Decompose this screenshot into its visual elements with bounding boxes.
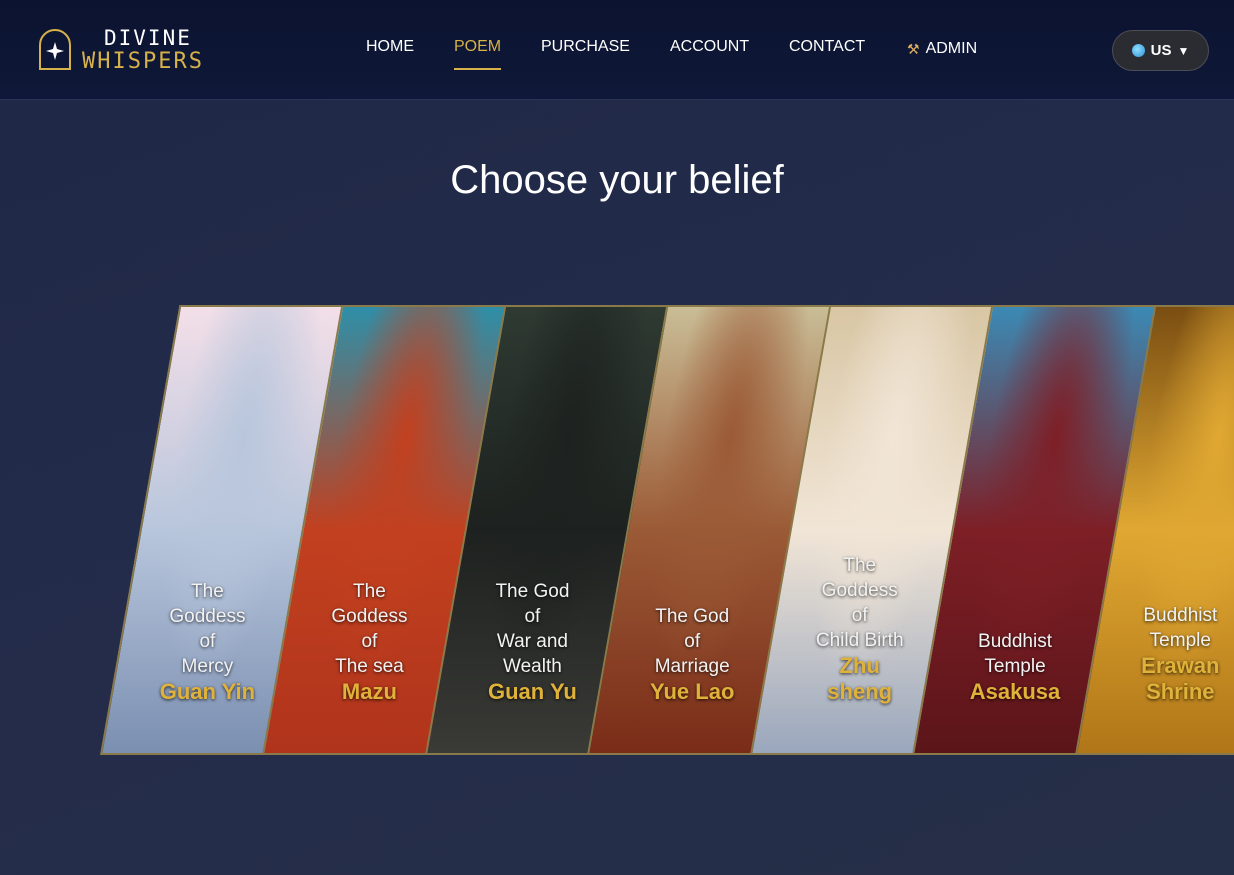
belief-subtitle: The God of Marriage [654, 606, 730, 677]
belief-name: Erawan Shrine [1141, 653, 1220, 704]
globe-icon [1131, 44, 1145, 57]
nav-purchase[interactable]: PURCHASE [541, 38, 630, 56]
belief-subtitle: Buddhist Temple [978, 631, 1052, 677]
belief-subtitle: The Goddess of Child Birth [815, 555, 904, 651]
belief-name: Mazu [341, 679, 397, 704]
site-logo[interactable]: DIVINE WHISPERS [38, 26, 218, 74]
caret-down-icon: ▼ [1177, 43, 1190, 58]
nav-account[interactable]: ACCOUNT [670, 38, 749, 56]
belief-name: Guan Yin [159, 679, 256, 704]
belief-subtitle: Buddhist Temple [1143, 605, 1218, 651]
belief-name: Asakusa [969, 679, 1061, 704]
nav-home[interactable]: HOME [366, 38, 414, 56]
language-label: US [1150, 42, 1172, 59]
nav-admin[interactable]: ⚒ ADMIN [907, 40, 977, 58]
belief-subtitle: The Goddess of Mercy [169, 581, 246, 677]
site-header: DIVINE WHISPERS HOME POEM PURCHASE ACCOU… [0, 0, 1234, 100]
hammer-wrench-icon: ⚒ [907, 40, 920, 57]
page-title: Choose your belief [450, 158, 784, 202]
nav-contact[interactable]: CONTACT [789, 38, 865, 56]
logo-line-2: WHISPERS [82, 49, 204, 74]
belief-name: Guan Yu [488, 679, 577, 704]
belief-subtitle: The God of War and Wealth [495, 581, 570, 677]
belief-name: Yue Lao [650, 679, 735, 704]
belief-name: Zhu sheng [827, 653, 893, 704]
belief-subtitle: The Goddess of The sea [331, 581, 408, 677]
language-selector[interactable]: US ▼ [1112, 30, 1209, 71]
logo-line-1: DIVINE [104, 26, 192, 50]
nav-poem[interactable]: POEM [454, 38, 502, 70]
nav-admin-label: ADMIN [925, 40, 978, 57]
shrine-arch-icon [39, 29, 71, 70]
